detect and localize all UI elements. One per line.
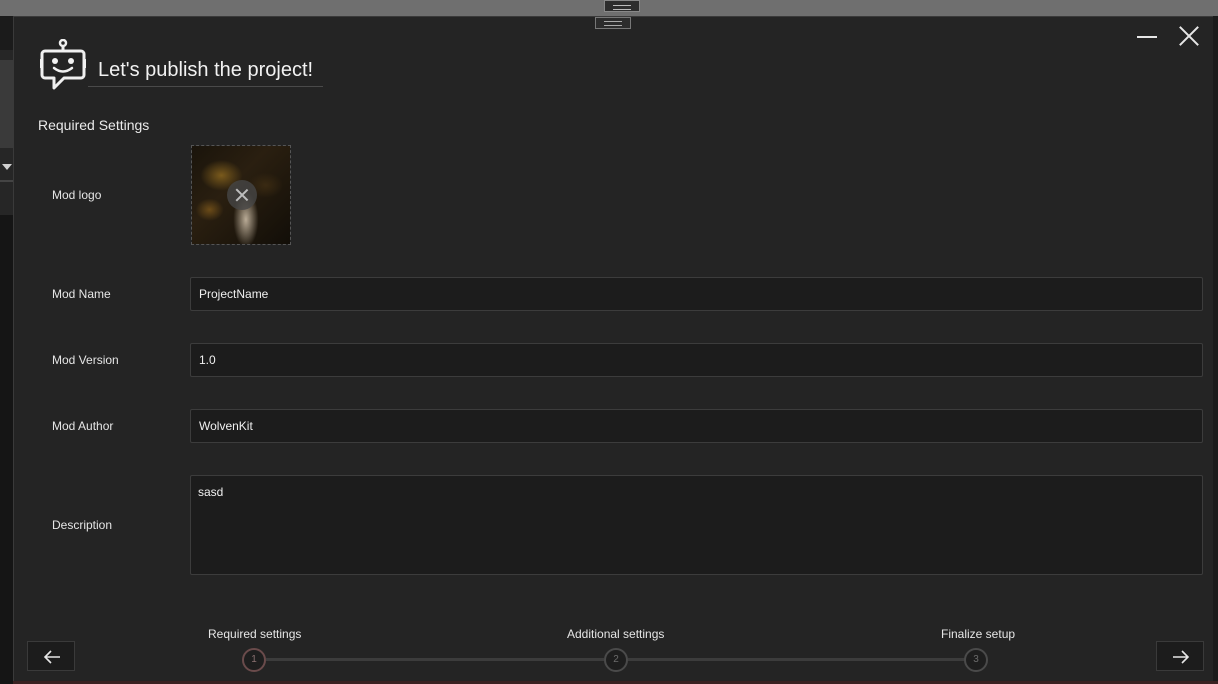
- arrow-right-icon: [1173, 650, 1190, 664]
- step-3-indicator[interactable]: 3: [964, 648, 988, 672]
- mod-name-label: Mod Name: [52, 287, 111, 301]
- robot-chat-icon: [40, 39, 86, 90]
- description-label: Description: [52, 518, 113, 532]
- window-resize-grip[interactable]: [604, 0, 640, 12]
- dropdown-arrow-icon: [2, 164, 12, 170]
- step-connector: [266, 658, 604, 661]
- publish-dialog: Let's publish the project! Required Sett…: [13, 16, 1213, 684]
- minimize-icon[interactable]: [1136, 27, 1160, 47]
- mod-author-field[interactable]: [190, 409, 1203, 443]
- step-connector: [628, 658, 966, 661]
- step-label-additional: Additional settings: [567, 627, 665, 641]
- next-button[interactable]: [1156, 641, 1204, 671]
- arrow-left-icon: [43, 650, 60, 664]
- step-label-finalize: Finalize setup: [941, 627, 1016, 641]
- mod-author-label: Mod Author: [52, 419, 114, 433]
- mod-logo-picker[interactable]: [191, 145, 291, 245]
- mod-name-field[interactable]: [190, 277, 1203, 311]
- step-1-indicator[interactable]: 1: [242, 648, 266, 672]
- background-panel-dark: [0, 215, 14, 684]
- divider: [0, 180, 14, 182]
- background-sidebar: [0, 50, 14, 684]
- section-title: Required Settings: [38, 117, 150, 133]
- close-icon[interactable]: [1176, 23, 1202, 49]
- description-field[interactable]: sasd: [190, 475, 1203, 575]
- remove-logo-icon[interactable]: [227, 180, 257, 210]
- mod-version-label: Mod Version: [52, 353, 119, 367]
- step-label-required: Required settings: [208, 627, 302, 641]
- dialog-drag-grip[interactable]: [595, 17, 631, 29]
- mod-version-field[interactable]: [190, 343, 1203, 377]
- dialog-title: Let's publish the project!: [88, 57, 324, 87]
- step-2-indicator[interactable]: 2: [604, 648, 628, 672]
- back-button[interactable]: [27, 641, 75, 671]
- background-panel: [0, 60, 14, 148]
- mod-logo-label: Mod logo: [52, 188, 102, 202]
